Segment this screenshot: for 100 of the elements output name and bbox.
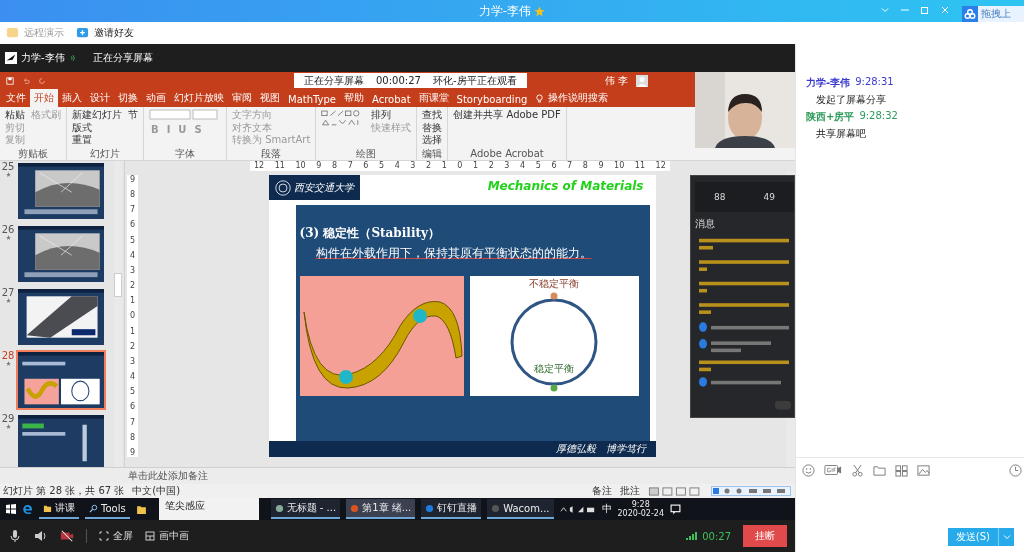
ruler-number: 5 xyxy=(129,235,136,245)
university-logo-text: 西安交通大学 xyxy=(293,180,354,195)
ribbon-command[interactable]: 新建幻灯片 xyxy=(72,109,122,122)
taskbar-window[interactable]: 钉钉直播 xyxy=(421,499,482,519)
stable-label: 稳定平衡 xyxy=(533,362,574,374)
ruler-number: 1 xyxy=(129,326,136,336)
animation-star-icon xyxy=(5,235,11,240)
upload-widget[interactable]: 拖拽上 xyxy=(962,6,1024,22)
ribbon-tab[interactable]: 审阅 xyxy=(228,89,256,107)
apps-icon[interactable] xyxy=(895,463,908,477)
ribbon-tab[interactable]: Storyboarding xyxy=(452,92,532,107)
microphone-icon[interactable] xyxy=(8,529,22,543)
app-icon xyxy=(425,503,435,513)
app-icon xyxy=(491,503,501,513)
ribbon-command[interactable]: 替换 xyxy=(422,121,443,134)
scrollbar[interactable] xyxy=(114,161,122,467)
ribbon-command[interactable]: 查找 xyxy=(422,109,443,122)
ribbon-command[interactable]: 排列 xyxy=(371,109,412,122)
taskbar-window[interactable]: Wacom... xyxy=(487,499,554,519)
audio-wave-icon xyxy=(68,54,77,62)
ribbon-tab[interactable]: 插入 xyxy=(58,89,86,107)
ribbon-tab[interactable]: 设计 xyxy=(86,89,114,107)
image-icon[interactable] xyxy=(917,463,930,477)
ime-toolbar-icon[interactable] xyxy=(711,486,791,496)
ribbon-tab[interactable]: MathType xyxy=(284,92,340,107)
stat-value: 88 xyxy=(714,192,726,202)
ruler-number: 2 xyxy=(129,281,136,291)
ruler-number: 9 xyxy=(316,161,322,171)
undo-icon[interactable] xyxy=(22,76,30,85)
taskbar-window[interactable]: 第1章 绪... xyxy=(346,499,416,519)
ribbon-command[interactable]: 版式 xyxy=(72,121,122,134)
slide-thumbnail[interactable] xyxy=(16,287,106,347)
picture-in-picture-button[interactable]: 画中画 xyxy=(145,529,189,543)
ruler-number: 8 xyxy=(582,161,588,171)
ribbon-command[interactable]: 节 xyxy=(128,109,138,122)
notification-icon[interactable] xyxy=(670,503,681,515)
language-label: 中文(中国) xyxy=(132,484,181,498)
ribbon-tab[interactable]: 视图 xyxy=(256,89,284,107)
slide-counter: 幻灯片 第 28 张，共 67 张 xyxy=(3,484,125,498)
ruler-number: 10 xyxy=(614,161,625,171)
presenter-name: 力学-李伟 xyxy=(21,51,65,65)
send-button[interactable]: 发送(S) xyxy=(947,528,998,546)
windows-start-icon[interactable] xyxy=(6,504,16,514)
ribbon-tab[interactable]: Acrobat xyxy=(368,92,415,107)
ruler-number: 4 xyxy=(129,250,136,260)
folder-icon[interactable] xyxy=(135,503,147,515)
hang-up-button[interactable]: 挂断 xyxy=(743,525,787,547)
save-icon[interactable] xyxy=(6,76,14,85)
ribbon-command[interactable]: 粘贴 xyxy=(5,109,25,122)
animation-star-icon xyxy=(5,424,11,429)
slide-body: 构件在外载作用下，保持其原有平衡状态的的能力。 xyxy=(315,246,593,262)
ball xyxy=(550,292,557,300)
notes-button[interactable]: 备注 xyxy=(592,484,612,498)
ribbon-command[interactable]: 创建并共享 Adobe PDF xyxy=(453,109,561,122)
edge-browser-icon[interactable] xyxy=(22,503,33,515)
message-time: 9:28:32 xyxy=(859,110,898,123)
ribbon-tab[interactable]: 幻灯片放映 xyxy=(170,89,228,107)
emoji-icon[interactable] xyxy=(802,463,815,477)
fullscreen-button[interactable]: 全屏 xyxy=(99,529,133,543)
ruler-number: 0 xyxy=(129,311,136,321)
font-selector-fields[interactable] xyxy=(149,109,219,120)
fullscreen-icon xyxy=(99,531,109,541)
notes-placeholder[interactable]: 单击此处添加备注 xyxy=(128,469,208,483)
gif-icon[interactable] xyxy=(824,464,842,476)
chat-plus-icon xyxy=(76,26,89,40)
system-tray-icons[interactable] xyxy=(559,504,596,514)
avatar-icon[interactable] xyxy=(635,74,648,87)
close-icon[interactable] xyxy=(940,5,950,15)
ribbon-tab[interactable]: 动画 xyxy=(142,89,170,107)
ruler-number: 6 xyxy=(129,220,136,230)
maximize-icon[interactable] xyxy=(920,5,930,15)
view-buttons-icon[interactable] xyxy=(648,486,703,496)
slide-thumbnail[interactable] xyxy=(16,350,106,410)
ime-indicator[interactable]: 中 xyxy=(601,502,612,516)
ruler-number: 1 xyxy=(473,161,479,171)
speaker-icon[interactable] xyxy=(34,529,48,543)
toolbar-button[interactable]: 邀请好友 xyxy=(74,26,136,40)
scissors-icon[interactable] xyxy=(851,463,864,477)
ribbon-tab[interactable]: 切换 xyxy=(114,89,142,107)
ribbon-tab[interactable]: 开始 xyxy=(30,89,58,107)
slide-thumbnail[interactable] xyxy=(16,161,106,221)
tell-me-search[interactable]: 操作说明搜索 xyxy=(544,89,613,107)
slide-thumbnail[interactable] xyxy=(16,224,106,284)
taskbar-window[interactable]: 无标题 - ... xyxy=(270,499,341,519)
animation-star-icon xyxy=(5,361,11,366)
ruler-number: 5 xyxy=(535,161,541,171)
ruler-number: 2 xyxy=(426,161,432,171)
comments-button[interactable]: 批注 xyxy=(620,484,640,498)
camera-icon[interactable] xyxy=(60,529,74,543)
ruler-number: 11 xyxy=(274,161,285,171)
ribbon-command[interactable]: 选择 xyxy=(422,134,443,147)
ribbon-command[interactable]: 重置 xyxy=(72,134,122,147)
ruler-number: 4 xyxy=(520,161,526,171)
ribbon-group-label: 编辑 xyxy=(422,148,443,159)
clock-icon[interactable] xyxy=(1009,463,1022,477)
slide-thumbnail[interactable] xyxy=(16,413,106,467)
ribbon-tab[interactable]: 文件 xyxy=(2,89,30,107)
ribbon-tab[interactable]: 雨课堂 xyxy=(414,89,453,107)
ribbon-tab[interactable]: 帮助 xyxy=(340,89,368,107)
ruler-number: 7 xyxy=(567,161,573,171)
